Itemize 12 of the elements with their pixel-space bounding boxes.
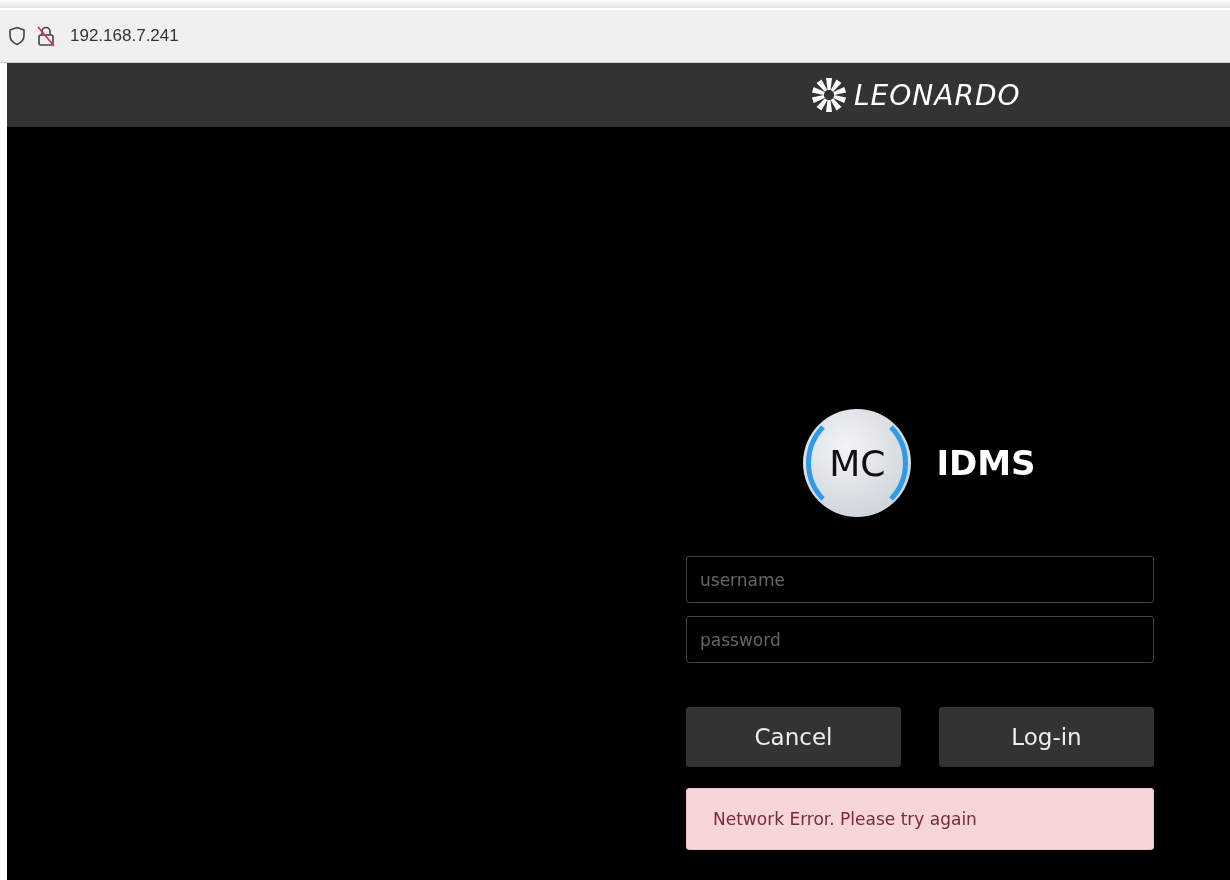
shield-icon[interactable] — [8, 26, 26, 46]
action-button[interactable]: Log-in — [939, 707, 1154, 767]
password-field[interactable]: password — [686, 616, 1154, 663]
insecure-lock-icon[interactable] — [36, 25, 56, 47]
error-message: Network Error. Please try again — [686, 788, 1154, 850]
app-name: IDMS — [936, 443, 1036, 483]
username-field[interactable]: username — [686, 556, 1154, 603]
url-text[interactable]: 192.168.7.241 — [70, 26, 179, 46]
action-button[interactable]: Cancel — [686, 707, 901, 767]
starburst-logo-icon — [810, 76, 848, 114]
app-badge: MC — [803, 409, 912, 517]
brand-logo: LEONARDO — [854, 78, 1021, 112]
